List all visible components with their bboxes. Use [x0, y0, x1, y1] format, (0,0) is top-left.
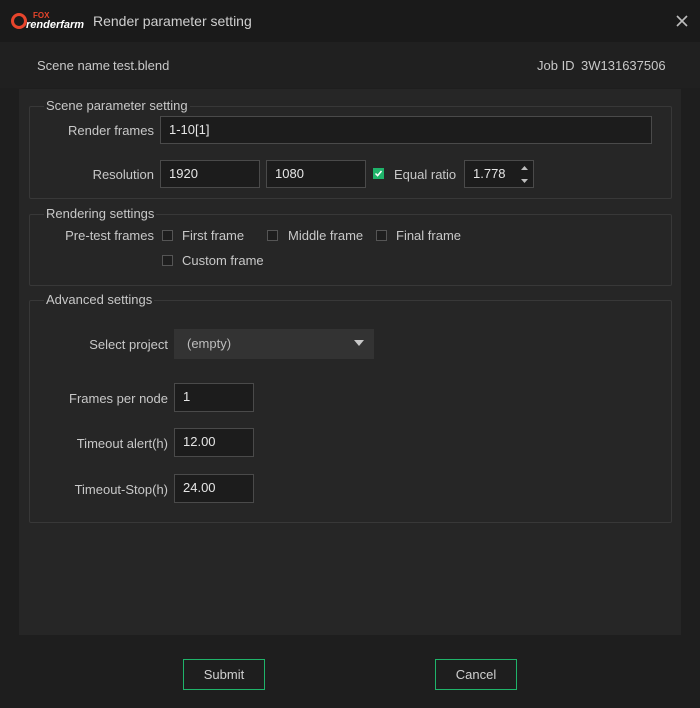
first-frame-label: First frame [182, 228, 245, 243]
job-info-row: Scene name test.blend Job ID 3W131637506 [0, 42, 700, 88]
resolution-height-input[interactable]: 1080 [266, 160, 366, 188]
resolution-label: Resolution [92, 167, 154, 182]
job-id-label: Job ID [537, 58, 575, 73]
final-frame-label: Final frame [396, 228, 462, 243]
equal-ratio-checkbox[interactable] [373, 168, 384, 179]
ratio-decrement-button[interactable] [516, 174, 533, 187]
caret-down-icon [521, 178, 528, 183]
equal-ratio-label: Equal ratio [394, 167, 457, 182]
close-button[interactable] [672, 11, 692, 31]
ratio-input[interactable]: 1.778 [464, 160, 517, 188]
ratio-increment-button[interactable] [516, 161, 533, 174]
middle-frame-checkbox[interactable] [267, 230, 278, 241]
scene-name-value: test.blend [113, 58, 170, 73]
scene-parameter-title: Scene parameter setting [44, 98, 190, 113]
pretest-frames-label: Pre-test frames [65, 228, 154, 243]
submit-button[interactable]: Submit [183, 659, 265, 690]
dropdown-arrow-icon [354, 340, 364, 346]
select-project-label: Select project [89, 337, 168, 352]
timeout-stop-input[interactable]: 24.00 [174, 474, 254, 503]
project-select[interactable]: (empty) [174, 329, 374, 359]
final-frame-checkbox[interactable] [376, 230, 387, 241]
ratio-spinner [516, 160, 534, 188]
checkmark-icon [374, 170, 383, 177]
scene-name-label: Scene name [37, 58, 110, 73]
project-select-value: (empty) [187, 336, 232, 351]
timeout-stop-label: Timeout-Stop(h) [74, 482, 168, 497]
caret-up-icon [521, 165, 528, 170]
logo-renderfarm-text: renderfarm [26, 19, 84, 31]
frames-per-node-label: Frames per node [69, 391, 168, 406]
custom-frame-checkbox[interactable] [162, 255, 173, 266]
cancel-button[interactable]: Cancel [435, 659, 517, 690]
job-id-value: 3W131637506 [581, 58, 666, 73]
first-frame-checkbox[interactable] [162, 230, 173, 241]
frames-per-node-input[interactable]: 1 [174, 383, 254, 412]
timeout-alert-label: Timeout alert(h) [76, 436, 168, 451]
settings-panel: Scene parameter setting Render frames 1-… [19, 89, 681, 635]
rendering-settings-title: Rendering settings [44, 206, 157, 221]
middle-frame-label: Middle frame [288, 228, 364, 243]
resolution-width-input[interactable]: 1920 [160, 160, 260, 188]
foxrenderfarm-logo: FOX renderfarm [9, 9, 89, 33]
window-title: Render parameter setting [93, 13, 252, 29]
rendering-settings-group: Rendering settings [29, 207, 672, 286]
render-frames-input[interactable]: 1-10[1] [160, 116, 652, 144]
timeout-alert-input[interactable]: 12.00 [174, 428, 254, 457]
custom-frame-label: Custom frame [182, 253, 264, 268]
advanced-settings-title: Advanced settings [44, 292, 155, 307]
render-frames-label: Render frames [68, 123, 154, 138]
title-bar: FOX renderfarm Render parameter setting [0, 0, 700, 43]
close-icon [676, 15, 688, 27]
